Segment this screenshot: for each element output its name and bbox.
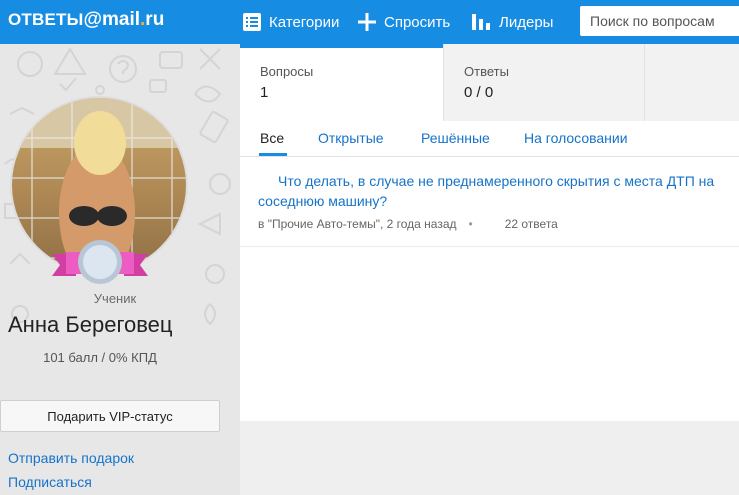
logo-at: @ (83, 9, 102, 30)
user-rank: Ученик (93, 291, 137, 306)
answers-label: Ответы (464, 64, 509, 79)
logo[interactable]: ОТВЕТЫ @ mail . ru (8, 9, 164, 35)
main-content: Вопросы 1 Ответы 0 / 0 Все Открытые Решё… (240, 44, 739, 421)
active-stat-indicator (240, 44, 443, 48)
subscribe-link[interactable]: Подписаться (8, 474, 92, 490)
questions-label: Вопросы (260, 64, 314, 79)
user-points: 101 балл / 0% КПД (43, 350, 157, 365)
stats-bar: Вопросы 1 Ответы 0 / 0 (240, 44, 739, 121)
logo-text-otvety: ОТВЕТЫ (8, 10, 84, 29)
send-gift-link[interactable]: Отправить подарок (8, 450, 134, 466)
active-tab-underline (259, 153, 287, 156)
answers-count: 0 / 0 (464, 84, 494, 101)
question-divider (240, 246, 739, 247)
nav-categories-label: Категории (269, 13, 340, 31)
list-icon (243, 13, 261, 31)
question-filter-tabs: Все Открытые Решённые На голосовании (240, 121, 739, 157)
logo-text-ru: ru (145, 9, 165, 30)
tab-answers-stat[interactable]: Ответы 0 / 0 (443, 44, 645, 121)
tab-voting[interactable]: На голосовании (524, 130, 628, 146)
tab-resolved[interactable]: Решённые (421, 130, 490, 146)
nav-ask[interactable]: Спросить (358, 0, 450, 44)
nav-leaders-label: Лидеры (499, 13, 554, 31)
tab-open[interactable]: Открытые (318, 130, 384, 146)
question-category-time[interactable]: в "Прочие Авто-темы", 2 года назад (258, 217, 457, 231)
gift-vip-button[interactable]: Подарить VIP-статус (0, 400, 220, 432)
bar-chart-icon (472, 14, 490, 30)
questions-count: 1 (260, 84, 269, 101)
question-answers-count[interactable]: 22 ответа (505, 217, 558, 231)
plus-icon (358, 13, 376, 31)
nav-ask-label: Спросить (384, 13, 451, 31)
search-input[interactable] (580, 6, 739, 36)
top-header: ОТВЕТЫ @ mail . ru Категории Спросить Ли… (0, 0, 739, 44)
nav-leaders[interactable]: Лидеры (471, 0, 553, 44)
question-title-link[interactable]: Что делать, в случае не преднамеренного … (258, 171, 738, 211)
user-name: Анна Береговец (8, 312, 173, 337)
profile-sidebar: Ученик Анна Береговец 101 балл / 0% КПД … (0, 44, 240, 495)
nav-categories[interactable]: Категории (243, 0, 339, 44)
rank-badge-icon (52, 240, 148, 284)
meta-separator: • (468, 217, 473, 231)
tab-questions-stat[interactable]: Вопросы 1 (240, 44, 443, 121)
logo-text-mail: mail (101, 9, 141, 30)
question-meta: в "Прочие Авто-темы", 2 года назад • 22 от… (258, 217, 558, 231)
stats-empty-cell (645, 44, 739, 121)
tab-all[interactable]: Все (260, 130, 284, 146)
